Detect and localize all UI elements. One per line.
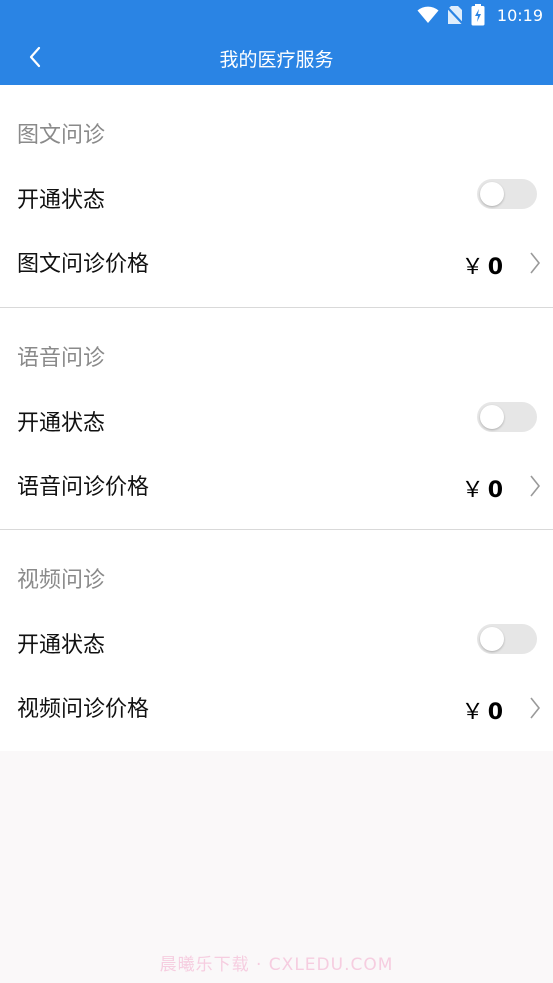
status-toggle[interactable]	[477, 624, 537, 654]
toggle-knob	[480, 405, 504, 429]
status-toggle[interactable]	[477, 402, 537, 432]
toggle-knob	[480, 182, 504, 206]
price-setting-button[interactable]: ￥ 0	[441, 690, 541, 726]
price-setting-button[interactable]: ￥ 0	[441, 245, 541, 281]
currency-symbol: ￥	[461, 255, 484, 280]
no-sim-icon	[446, 6, 463, 25]
section-title: 图文问诊	[17, 123, 106, 148]
services-list: 图文问诊 开通状态 图文问诊价格 ￥ 0 语音问诊 开通状态 语音问诊价格 ￥ 0 …	[0, 85, 553, 751]
price-label: 语音问诊价格	[17, 475, 150, 500]
currency-symbol: ￥	[461, 478, 484, 503]
toggle-knob	[480, 627, 504, 651]
price-label: 视频问诊价格	[17, 697, 150, 722]
service-section-text: 图文问诊 开通状态 图文问诊价格 ￥ 0	[0, 85, 553, 307]
page-title: 我的医疗服务	[219, 49, 334, 71]
chevron-right-icon	[530, 697, 541, 719]
price-label: 图文问诊价格	[17, 252, 150, 277]
price-value: ￥ 0	[462, 249, 503, 281]
price-value: ￥ 0	[462, 472, 503, 504]
status-label: 开通状态	[17, 188, 106, 213]
status-icons: 10:19	[417, 4, 543, 26]
status-label: 开通状态	[17, 411, 106, 436]
watermark: 晨曦乐下载 · CXLEDU.COM	[159, 955, 394, 975]
section-title: 视频问诊	[17, 568, 106, 593]
status-time: 10:19	[496, 5, 543, 25]
service-section-video: 视频问诊 开通状态 视频问诊价格 ￥ 0	[0, 529, 553, 751]
currency-symbol: ￥	[461, 700, 484, 725]
chevron-right-icon	[530, 475, 541, 497]
status-toggle[interactable]	[477, 179, 537, 209]
service-section-voice: 语音问诊 开通状态 语音问诊价格 ￥ 0	[0, 307, 553, 529]
chevron-right-icon	[530, 252, 541, 274]
section-title: 语音问诊	[17, 346, 106, 371]
price-setting-button[interactable]: ￥ 0	[441, 468, 541, 504]
price-amount: 0	[487, 700, 503, 725]
price-value: ￥ 0	[462, 694, 503, 726]
wifi-icon	[417, 6, 439, 23]
status-label: 开通状态	[17, 633, 106, 658]
app-header: 10:19 我的医疗服务	[0, 0, 553, 85]
nav-bar: 我的医疗服务	[0, 30, 553, 85]
price-amount: 0	[487, 478, 503, 503]
battery-charging-icon	[471, 4, 485, 26]
status-bar: 10:19	[0, 0, 553, 30]
price-amount: 0	[487, 255, 503, 280]
